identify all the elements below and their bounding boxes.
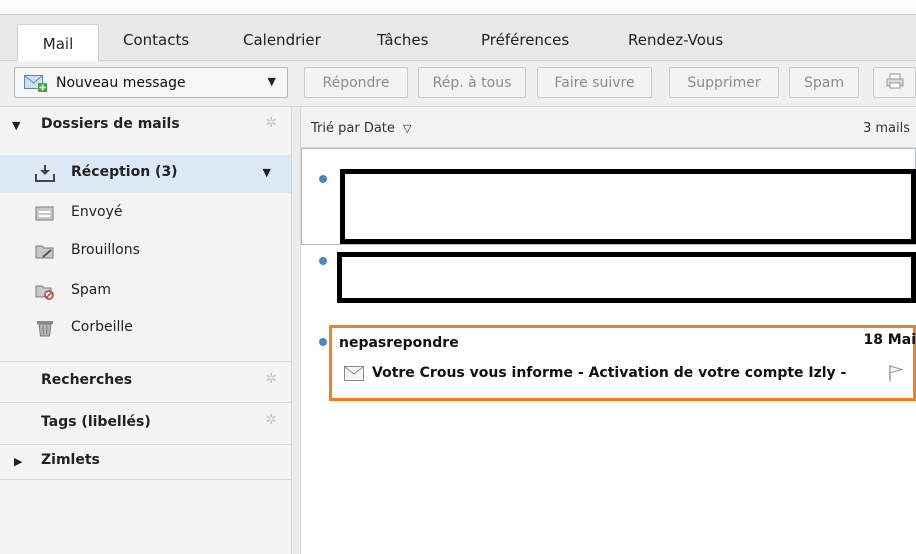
folder-trash[interactable]: Corbeille <box>0 310 291 348</box>
new-message-button[interactable]: Nouveau message ▼ <box>14 67 288 98</box>
zimlets-title: Zimlets <box>41 452 100 468</box>
folder-spam[interactable]: Spam <box>0 273 291 311</box>
new-mail-icon <box>24 75 48 96</box>
expand-arrow-icon[interactable]: ▶ <box>14 455 22 468</box>
folder-label: Envoyé <box>71 204 123 220</box>
tab-preferences[interactable]: Préférences <box>481 31 569 49</box>
folder-inbox[interactable]: Réception (3) ▼ <box>0 155 291 193</box>
spam-button[interactable]: Spam <box>789 67 859 98</box>
folder-label: Brouillons <box>71 242 140 258</box>
folder-label: Spam <box>71 282 111 298</box>
tab-label: Tâches <box>377 31 429 49</box>
tab-contacts[interactable]: Contacts <box>123 31 189 49</box>
mail-folders-title: Dossiers de mails <box>41 116 180 132</box>
window-top-strip <box>0 0 916 14</box>
unread-dot-icon <box>319 338 327 346</box>
reply-all-button[interactable]: Rép. à tous <box>418 67 526 98</box>
dropdown-arrow-icon[interactable]: ▼ <box>268 75 276 88</box>
tab-tasks[interactable]: Tâches <box>377 31 428 49</box>
collapse-arrow-icon[interactable]: ▼ <box>12 119 20 132</box>
redaction-box <box>337 252 916 303</box>
button-label: Supprimer <box>687 74 761 91</box>
tab-label: Rendez-Vous <box>628 31 724 49</box>
tab-mail[interactable]: Mail <box>17 24 99 62</box>
gear-icon[interactable]: ✲ <box>265 412 277 428</box>
tab-label: Préférences <box>481 31 570 49</box>
spam-icon <box>35 282 55 300</box>
tab-bar: Mail Contacts Calendrier Tâches Préféren… <box>0 14 916 62</box>
folder-sent[interactable]: Envoyé <box>0 195 291 233</box>
mail-count: 3 mails <box>862 121 910 136</box>
inbox-icon <box>35 164 55 182</box>
folder-label: Réception (3) <box>71 164 178 180</box>
message-list-header: Trié par Date ▽ 3 mails <box>301 107 916 148</box>
message-row[interactable]: nepasrepondre 18 Mai Votre Crous vous in… <box>332 328 916 398</box>
print-button[interactable] <box>873 67 916 98</box>
zimlets-header[interactable]: ▶ Zimlets <box>0 444 291 482</box>
forward-button[interactable]: Faire suivre <box>537 67 652 98</box>
gear-icon[interactable]: ✲ <box>265 115 277 131</box>
redaction-box <box>340 169 916 244</box>
searches-header[interactable]: Recherches ✲ <box>0 361 291 399</box>
tags-header[interactable]: Tags (libellés) ✲ <box>0 402 291 440</box>
new-message-label: Nouveau message <box>56 75 186 91</box>
button-label: Spam <box>804 74 844 91</box>
pane-splitter[interactable] <box>291 107 301 554</box>
unread-dot-icon <box>319 257 327 265</box>
tab-label: Contacts <box>123 31 190 49</box>
message-list: Trié par Date ▽ 3 mails nepasrepondre 18… <box>301 107 916 554</box>
button-label: Rép. à tous <box>432 74 512 91</box>
tags-title: Tags (libellés) <box>41 414 151 430</box>
reply-button[interactable]: Répondre <box>304 67 408 98</box>
toolbar: Nouveau message ▼ Répondre Rép. à tous F… <box>0 61 916 107</box>
message-date: 18 Mai <box>863 332 916 348</box>
divider <box>0 479 291 480</box>
sent-icon <box>35 204 55 222</box>
delete-button[interactable]: Supprimer <box>669 67 779 98</box>
message-sender: nepasrepondre <box>339 335 459 351</box>
mail-folders-header[interactable]: ▼ Dossiers de mails ✲ <box>0 107 291 145</box>
tab-appointments[interactable]: Rendez-Vous <box>628 31 723 49</box>
searches-title: Recherches <box>41 372 133 388</box>
folder-label: Corbeille <box>71 319 133 335</box>
sort-arrow-icon: ▽ <box>403 122 412 135</box>
sort-label: Trié par Date <box>311 121 395 136</box>
flag-icon[interactable] <box>888 364 904 386</box>
folder-sidebar: ▼ Dossiers de mails ✲ Réception (3) ▼ En… <box>0 107 291 554</box>
tab-label: Mail <box>42 34 74 53</box>
tab-calendar[interactable]: Calendrier <box>243 31 321 49</box>
folder-drafts[interactable]: Brouillons <box>0 233 291 271</box>
gear-icon[interactable]: ✲ <box>265 371 277 387</box>
button-label: Répondre <box>322 74 390 91</box>
message-subject: Votre Crous vous informe - Activation de… <box>372 365 847 381</box>
sort-selector[interactable]: Trié par Date ▽ <box>311 121 412 136</box>
unread-dot-icon <box>319 175 327 183</box>
drafts-icon <box>35 242 55 260</box>
envelope-icon <box>344 366 364 385</box>
button-label: Faire suivre <box>554 74 635 91</box>
print-icon <box>886 73 904 93</box>
trash-icon <box>35 319 55 337</box>
tab-label: Calendrier <box>243 31 321 49</box>
dropdown-arrow-icon[interactable]: ▼ <box>263 166 271 179</box>
